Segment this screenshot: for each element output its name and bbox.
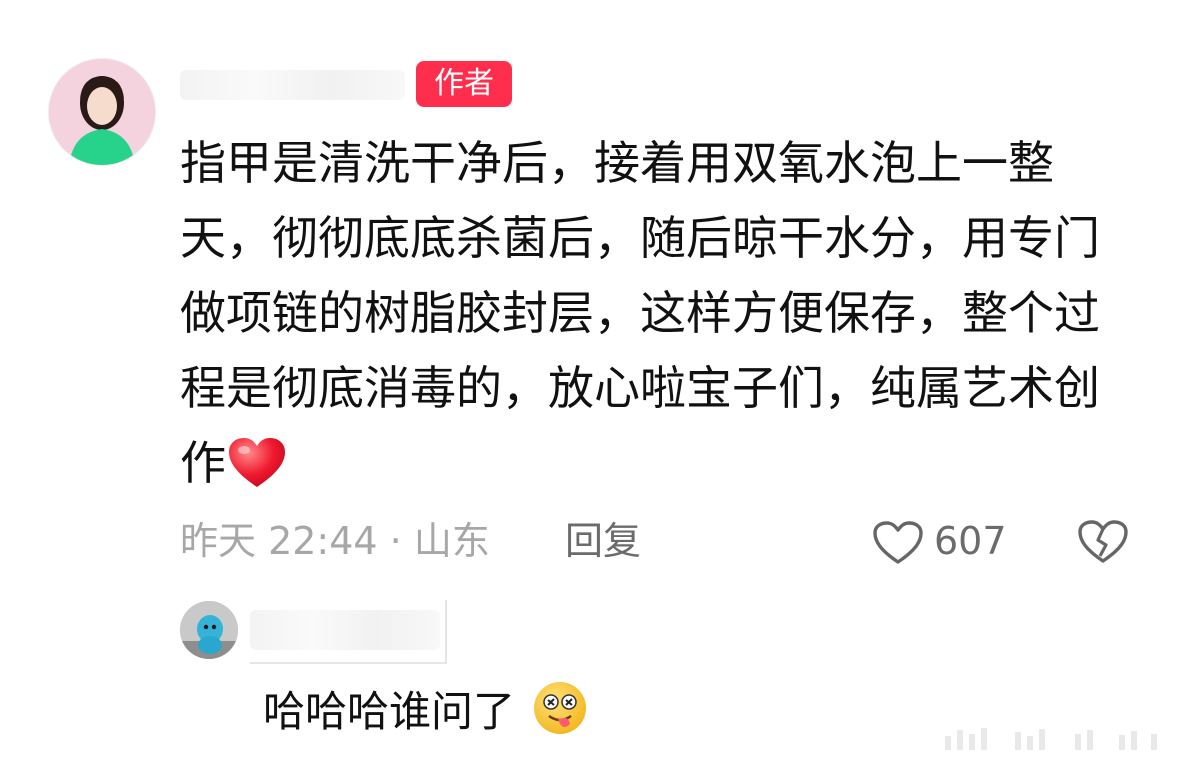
author-avatar-image [49, 59, 155, 165]
reply-avatar-image [180, 601, 238, 659]
author-tag: 作者 [416, 61, 512, 107]
author-avatar[interactable] [48, 58, 156, 166]
tongue-out-emoji [532, 680, 588, 750]
reply-avatar[interactable] [180, 601, 238, 659]
reply-button[interactable]: 回复 [565, 516, 641, 566]
reply-text: 哈哈哈谁问了 [263, 687, 516, 736]
comment-body: 指甲是清洗干净后，接着用双氧水泡上一整天，彻彻底底杀菌后，随后晾干水分，用专门做… [180, 126, 1140, 511]
reply-name-divider [445, 600, 447, 662]
author-name-redacted [180, 70, 405, 100]
like-count: 607 [934, 519, 1007, 563]
comment-time-location: 昨天 22:44 · 山东 [180, 519, 490, 563]
heart-outline-icon [873, 521, 923, 564]
reply-name-underline [250, 662, 447, 664]
broken-heart-icon [1078, 520, 1128, 563]
dislike-button[interactable] [1076, 518, 1130, 566]
comment-text: 指甲是清洗干净后，接着用双氧水泡上一整天，彻彻底底杀菌后，随后晾干水分，用专门做… [180, 136, 1100, 490]
reply-body: 哈哈哈谁问了 [263, 680, 588, 750]
like-button[interactable]: 607 [872, 516, 1017, 566]
watermark-mark [945, 728, 1157, 750]
red-heart-emoji [228, 436, 286, 511]
reply-author-name-redacted [250, 610, 440, 650]
